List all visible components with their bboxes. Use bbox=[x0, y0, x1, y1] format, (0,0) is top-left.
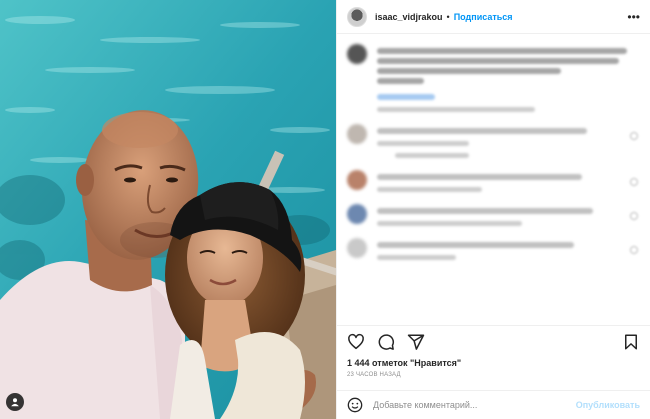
list-item bbox=[347, 170, 640, 192]
separator-dot: • bbox=[446, 11, 450, 22]
comment-input[interactable] bbox=[373, 400, 576, 410]
comments-list[interactable] bbox=[337, 34, 650, 324]
comment-icon[interactable] bbox=[377, 333, 395, 351]
post-photo[interactable] bbox=[0, 0, 336, 419]
list-item bbox=[347, 124, 640, 158]
heart-icon[interactable] bbox=[347, 333, 365, 351]
more-horizontal-icon[interactable]: ••• bbox=[627, 10, 640, 24]
list-item bbox=[347, 238, 640, 260]
likes-count[interactable]: 1 444 отметок "Нравится" bbox=[347, 358, 461, 368]
avatar bbox=[347, 44, 367, 64]
author-avatar[interactable] bbox=[347, 6, 367, 27]
avatar bbox=[347, 170, 367, 190]
comment-like-icon[interactable] bbox=[630, 246, 638, 254]
comment-composer: Опубликовать bbox=[337, 390, 650, 419]
comment-like-icon[interactable] bbox=[630, 212, 638, 220]
emoji-smile-icon[interactable] bbox=[347, 397, 363, 413]
comment-like-icon[interactable] bbox=[630, 132, 638, 140]
bookmark-icon[interactable] bbox=[622, 333, 640, 351]
send-icon[interactable] bbox=[407, 333, 425, 351]
post-detail-panel: isaac_vidjrakou • Подписаться ••• 1 444 … bbox=[336, 0, 650, 419]
publish-button[interactable]: Опубликовать bbox=[576, 400, 640, 410]
caption-comment bbox=[347, 44, 640, 112]
user-tag-icon bbox=[11, 398, 19, 407]
list-item bbox=[347, 204, 640, 226]
post-timestamp[interactable]: 23 ЧАСОВ НАЗАД bbox=[347, 372, 401, 378]
avatar bbox=[347, 238, 367, 258]
avatar bbox=[347, 124, 367, 144]
follow-button[interactable]: Подписаться bbox=[454, 12, 513, 22]
avatar bbox=[347, 204, 367, 224]
post-actions bbox=[337, 325, 650, 357]
comment-like-icon[interactable] bbox=[630, 178, 638, 186]
author-username[interactable]: isaac_vidjrakou bbox=[375, 12, 443, 22]
post-header: isaac_vidjrakou • Подписаться ••• bbox=[337, 0, 650, 34]
selfie-image bbox=[0, 0, 336, 419]
user-tag-button[interactable] bbox=[6, 393, 24, 411]
